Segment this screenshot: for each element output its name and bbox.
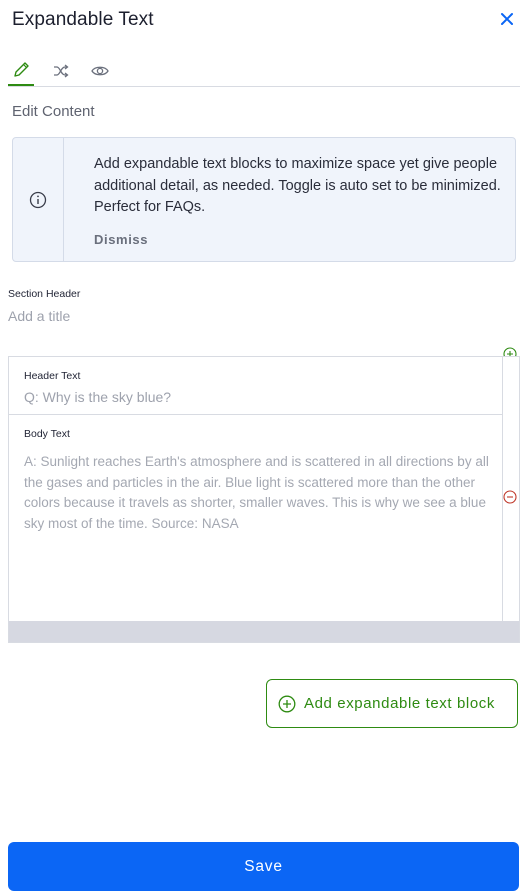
info-banner: Add expandable text blocks to maximize s… — [12, 137, 516, 262]
shuffle-icon — [54, 64, 69, 78]
edit-content-heading: Edit Content — [12, 103, 95, 120]
close-button[interactable] — [496, 8, 518, 30]
tab-bar — [8, 56, 520, 87]
add-circle-icon — [278, 695, 296, 713]
body-text-input[interactable] — [24, 452, 494, 612]
tab-shuffle[interactable] — [48, 56, 74, 86]
panel-header: Expandable Text — [0, 0, 522, 44]
block-drag-handle[interactable] — [9, 621, 519, 642]
info-icon-column — [13, 138, 64, 261]
remove-circle-icon[interactable] — [503, 490, 517, 504]
tab-edit[interactable] — [8, 56, 34, 86]
header-text-field: Header Text — [9, 357, 503, 415]
expandable-text-block: Header Text Body Text — [8, 356, 520, 643]
close-icon — [501, 13, 513, 25]
dismiss-button[interactable]: Dismiss — [94, 232, 148, 247]
save-button[interactable]: Save — [8, 842, 519, 891]
section-header-input[interactable] — [8, 306, 408, 326]
body-text-label: Body Text — [24, 428, 70, 440]
page-title: Expandable Text — [12, 9, 154, 30]
header-text-label: Header Text — [24, 370, 81, 382]
header-text-input[interactable] — [24, 387, 484, 407]
info-icon — [29, 191, 47, 208]
add-block-label: Add expandable text block — [304, 695, 495, 712]
add-expandable-text-block-button[interactable]: Add expandable text block — [266, 679, 518, 728]
section-header-label: Section Header — [8, 288, 81, 300]
pencil-icon — [14, 62, 29, 77]
block-fields: Header Text Body Text — [9, 357, 503, 621]
tab-preview[interactable] — [87, 56, 113, 86]
eye-icon — [91, 66, 109, 76]
info-text: Add expandable text blocks to maximize s… — [94, 156, 501, 215]
